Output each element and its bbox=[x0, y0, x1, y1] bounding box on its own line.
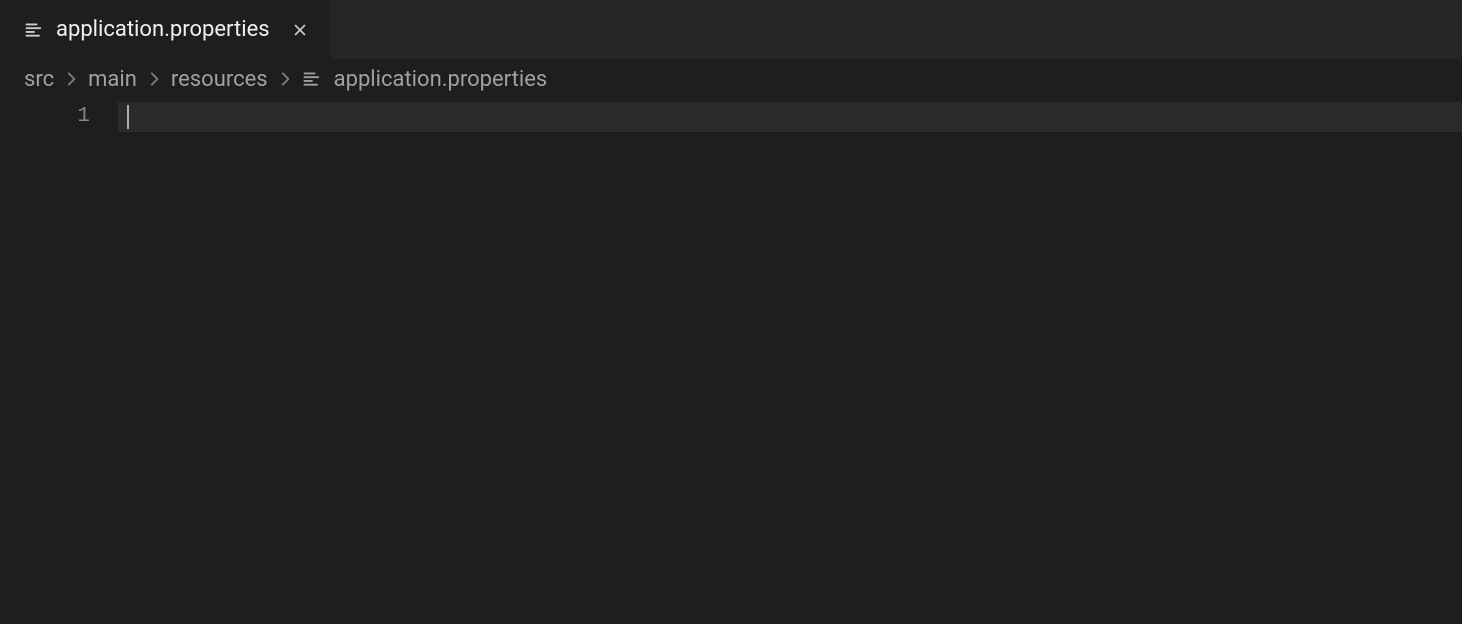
chevron-right-icon bbox=[276, 70, 294, 88]
breadcrumb-segment-src[interactable]: src bbox=[24, 67, 54, 92]
editor: 1 bbox=[0, 98, 1462, 624]
tab-application-properties[interactable]: application.properties bbox=[0, 0, 331, 59]
line-number[interactable]: 1 bbox=[0, 102, 90, 132]
file-properties-icon bbox=[302, 69, 322, 89]
text-cursor bbox=[127, 105, 129, 129]
tab-bar: application.properties bbox=[0, 0, 1462, 60]
breadcrumb-segment-main[interactable]: main bbox=[88, 67, 137, 92]
chevron-right-icon bbox=[145, 70, 163, 88]
breadcrumb: src main resources application.propertie… bbox=[0, 60, 1462, 98]
file-properties-icon bbox=[24, 20, 44, 40]
current-line bbox=[118, 102, 1462, 132]
breadcrumb-file[interactable]: application.properties bbox=[302, 67, 548, 92]
breadcrumb-segment-resources[interactable]: resources bbox=[171, 67, 268, 92]
close-icon[interactable] bbox=[288, 18, 312, 42]
gutter: 1 bbox=[0, 98, 118, 624]
breadcrumb-file-label: application.properties bbox=[334, 67, 548, 92]
code-area[interactable] bbox=[118, 98, 1462, 624]
chevron-right-icon bbox=[62, 70, 80, 88]
tab-label: application.properties bbox=[56, 17, 270, 42]
